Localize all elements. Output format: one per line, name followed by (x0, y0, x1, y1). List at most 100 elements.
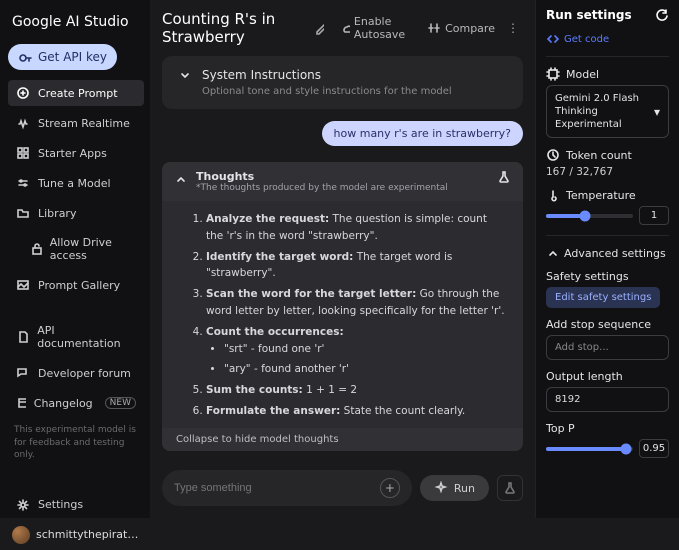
sys-subtitle: Optional tone and style instructions for… (202, 86, 507, 97)
add-attachment-button[interactable]: + (380, 478, 400, 498)
sidebar-item-stream-realtime[interactable]: Stream Realtime (8, 110, 144, 136)
more-menu-button[interactable]: ⋮ (503, 21, 523, 35)
label: Enable Autosave (354, 15, 419, 41)
app-logo: Google AI Studio (8, 8, 144, 40)
avatar (12, 526, 30, 544)
sidebar-item-dev-forum[interactable]: Developer forum (8, 360, 144, 386)
thoughts-card: Thoughts *The thoughts produced by the m… (162, 162, 523, 451)
run-button[interactable]: Run (420, 475, 489, 501)
nav-label: Tune a Model (38, 177, 111, 190)
stop-seq-input[interactable]: Add stop... (546, 335, 669, 360)
chevron-up-icon (174, 172, 188, 186)
nav-label: Library (38, 207, 76, 220)
thought-item: Formulate the answer: State the count cl… (206, 403, 507, 420)
output-length-label: Output length (546, 370, 669, 383)
sliders-icon (16, 176, 30, 190)
key-icon (18, 50, 32, 64)
thoughts-body: Analyze the request: The question is sim… (162, 201, 523, 428)
lock-open-icon (30, 242, 42, 256)
thoughts-title: Thoughts (196, 170, 489, 183)
stop-seq-label: Add stop sequence (546, 318, 669, 331)
nav-label: Allow Drive access (50, 236, 136, 262)
footnote: This experimental model is for feedback … (8, 420, 144, 466)
refresh-icon[interactable] (655, 8, 669, 22)
system-instructions-box[interactable]: System Instructions Optional tone and st… (162, 56, 523, 109)
topp-label: Top P (546, 422, 669, 435)
apps-icon (16, 146, 30, 160)
flask-icon (503, 481, 517, 495)
nav-label: Developer forum (38, 367, 131, 380)
thought-subitem: "srt" - found one 'r' (224, 341, 507, 358)
advanced-settings-toggle[interactable]: Advanced settings (546, 246, 669, 260)
user-bubble: how many r's are in strawberry? (322, 121, 523, 146)
nav-label: Prompt Gallery (38, 279, 120, 292)
token-count-value: 167 / 32,767 (546, 166, 669, 178)
sidebar-item-tune-model[interactable]: Tune a Model (8, 170, 144, 196)
sidebar-item-changelog[interactable]: Changelog NEW (8, 390, 144, 416)
settings-header: Run settings (546, 8, 669, 22)
image-icon (16, 278, 30, 292)
experiment-icon (497, 170, 511, 184)
nav-label: Starter Apps (38, 147, 107, 160)
dropdown-caret-icon: ▾ (654, 105, 660, 119)
username: schmittythepirate10rdoft... (36, 528, 140, 541)
lab-icon-button[interactable] (497, 475, 523, 501)
sidebar-item-settings[interactable]: Settings (8, 492, 144, 518)
output-length-input[interactable]: 8192 (546, 387, 669, 412)
new-badge: NEW (105, 397, 136, 409)
sidebar-item-create-prompt[interactable]: Create Prompt (8, 80, 144, 106)
sidebar: Google AI Studio Get API key Create Prom… (0, 0, 150, 518)
thoughts-header[interactable]: Thoughts *The thoughts produced by the m… (162, 162, 523, 201)
model-label: Model (566, 68, 599, 81)
token-icon (546, 148, 560, 162)
topp-slider[interactable] (546, 447, 633, 451)
enable-autosave-button[interactable]: Enable Autosave (340, 15, 419, 41)
chip-icon (546, 67, 560, 81)
nav-label: Create Prompt (38, 87, 118, 100)
thought-item: Analyze the request: The question is sim… (206, 211, 507, 245)
token-label: Token count (566, 149, 632, 162)
collapse-thoughts-button[interactable]: Collapse to hide model thoughts (162, 428, 523, 451)
input-row: + Run (150, 462, 535, 518)
chat-area: System Instructions Optional tone and st… (150, 56, 535, 462)
temperature-slider[interactable] (546, 214, 633, 218)
chevron-up-icon (546, 246, 560, 260)
nav-label: Stream Realtime (38, 117, 130, 130)
get-code-link[interactable]: Get code (546, 32, 669, 46)
temperature-value[interactable]: 1 (639, 206, 669, 225)
gear-icon (16, 498, 30, 512)
prompt-input[interactable] (174, 482, 372, 494)
thought-item: Identify the target word: The target wor… (206, 249, 507, 283)
topp-value[interactable]: 0.95 (639, 439, 669, 458)
edit-icon[interactable] (314, 21, 324, 35)
code-icon (546, 32, 560, 46)
thought-subitem: "ary" - found another 'r' (224, 361, 507, 378)
model-select[interactable]: Gemini 2.0 Flash Thinking Experimental ▾ (546, 85, 669, 138)
sidebar-item-prompt-gallery[interactable]: Prompt Gallery (8, 272, 144, 298)
sidebar-item-allow-drive[interactable]: Allow Drive access (8, 230, 144, 268)
nav-label: Changelog (34, 397, 93, 410)
wave-icon (16, 116, 30, 130)
compare-button[interactable]: Compare (427, 21, 495, 35)
main: Counting R's in Strawberry Enable Autosa… (150, 0, 535, 518)
run-settings-panel: Run settings Get code Model Gemini 2.0 F… (535, 0, 679, 518)
compare-icon (427, 21, 441, 35)
chevron-down-icon (178, 68, 192, 82)
temperature-label: Temperature (566, 189, 636, 202)
model-name: Gemini 2.0 Flash Thinking Experimental (555, 92, 654, 131)
label: Advanced settings (564, 247, 666, 260)
sys-title: System Instructions (202, 68, 321, 82)
nav-label: API documentation (37, 324, 136, 350)
safety-label: Safety settings (546, 270, 669, 283)
doc-icon (16, 330, 29, 344)
edit-safety-button[interactable]: Edit safety settings (546, 287, 660, 308)
get-api-key-button[interactable]: Get API key (8, 44, 117, 70)
plus-circle-icon (16, 86, 30, 100)
sidebar-item-library[interactable]: Library (8, 200, 144, 226)
sidebar-item-starter-apps[interactable]: Starter Apps (8, 140, 144, 166)
label: Get code (564, 34, 609, 45)
sidebar-item-api-docs[interactable]: API documentation (8, 318, 144, 356)
user-account[interactable]: schmittythepirate10rdoft... (8, 520, 144, 550)
run-label: Run (454, 482, 475, 495)
thought-item: Count the occurrences:"srt" - found one … (206, 324, 507, 378)
